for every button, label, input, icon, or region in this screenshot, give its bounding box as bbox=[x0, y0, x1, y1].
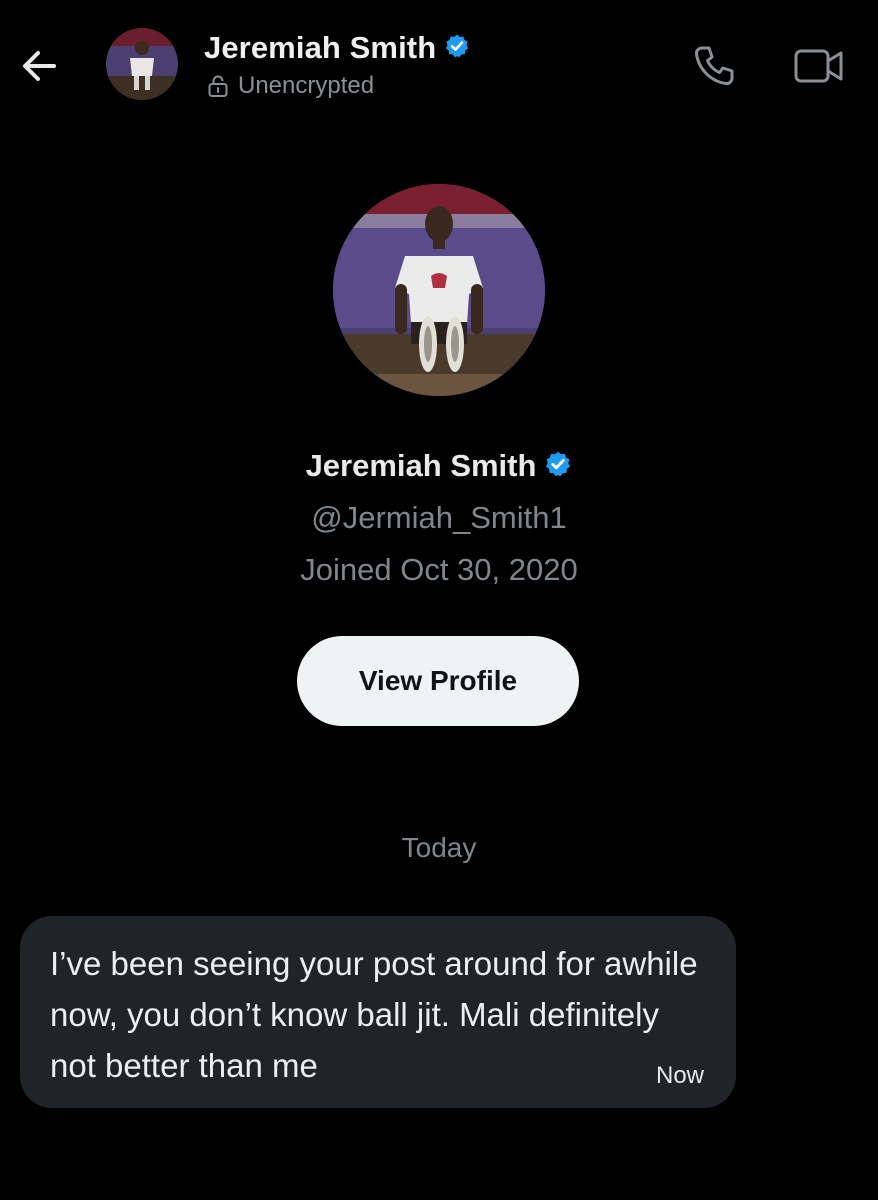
back-button[interactable] bbox=[18, 44, 62, 88]
unlock-icon bbox=[208, 75, 228, 97]
header-avatar[interactable] bbox=[106, 28, 178, 100]
conversation-header: Jeremiah Smith Unencrypted bbox=[0, 0, 878, 130]
verified-badge-icon bbox=[444, 33, 470, 64]
avatar-image bbox=[106, 28, 178, 100]
dm-conversation-screen: Jeremiah Smith Unencrypted Jeremiah Smit… bbox=[0, 0, 878, 1200]
header-name-row[interactable]: Jeremiah Smith bbox=[204, 30, 470, 66]
video-camera-icon bbox=[794, 49, 843, 83]
message-text: I’ve been seeing your post around for aw… bbox=[50, 945, 698, 1084]
verified-badge-icon bbox=[544, 450, 572, 483]
message-timestamp: Now bbox=[655, 1062, 704, 1089]
call-button[interactable] bbox=[690, 42, 738, 90]
profile-name: Jeremiah Smith bbox=[305, 448, 537, 483]
header-name: Jeremiah Smith bbox=[204, 30, 437, 65]
encryption-status-label: Unencrypted bbox=[238, 72, 375, 99]
date-separator: Today bbox=[401, 832, 477, 863]
profile-joined-date: Joined Oct 30, 2020 bbox=[300, 552, 578, 587]
view-profile-button[interactable]: View Profile bbox=[297, 636, 579, 726]
phone-icon bbox=[694, 46, 734, 86]
profile-handle: @Jermiah_Smith1 bbox=[311, 500, 567, 535]
profile-avatar[interactable] bbox=[333, 184, 545, 396]
message-bubble[interactable]: I’ve been seeing your post around for aw… bbox=[20, 916, 736, 1108]
arrow-left-icon bbox=[23, 51, 56, 81]
encryption-status: Unencrypted bbox=[206, 72, 374, 100]
profile-avatar-image bbox=[333, 184, 545, 396]
profile-name-row: Jeremiah Smith bbox=[0, 448, 878, 484]
video-call-button[interactable] bbox=[792, 42, 846, 90]
